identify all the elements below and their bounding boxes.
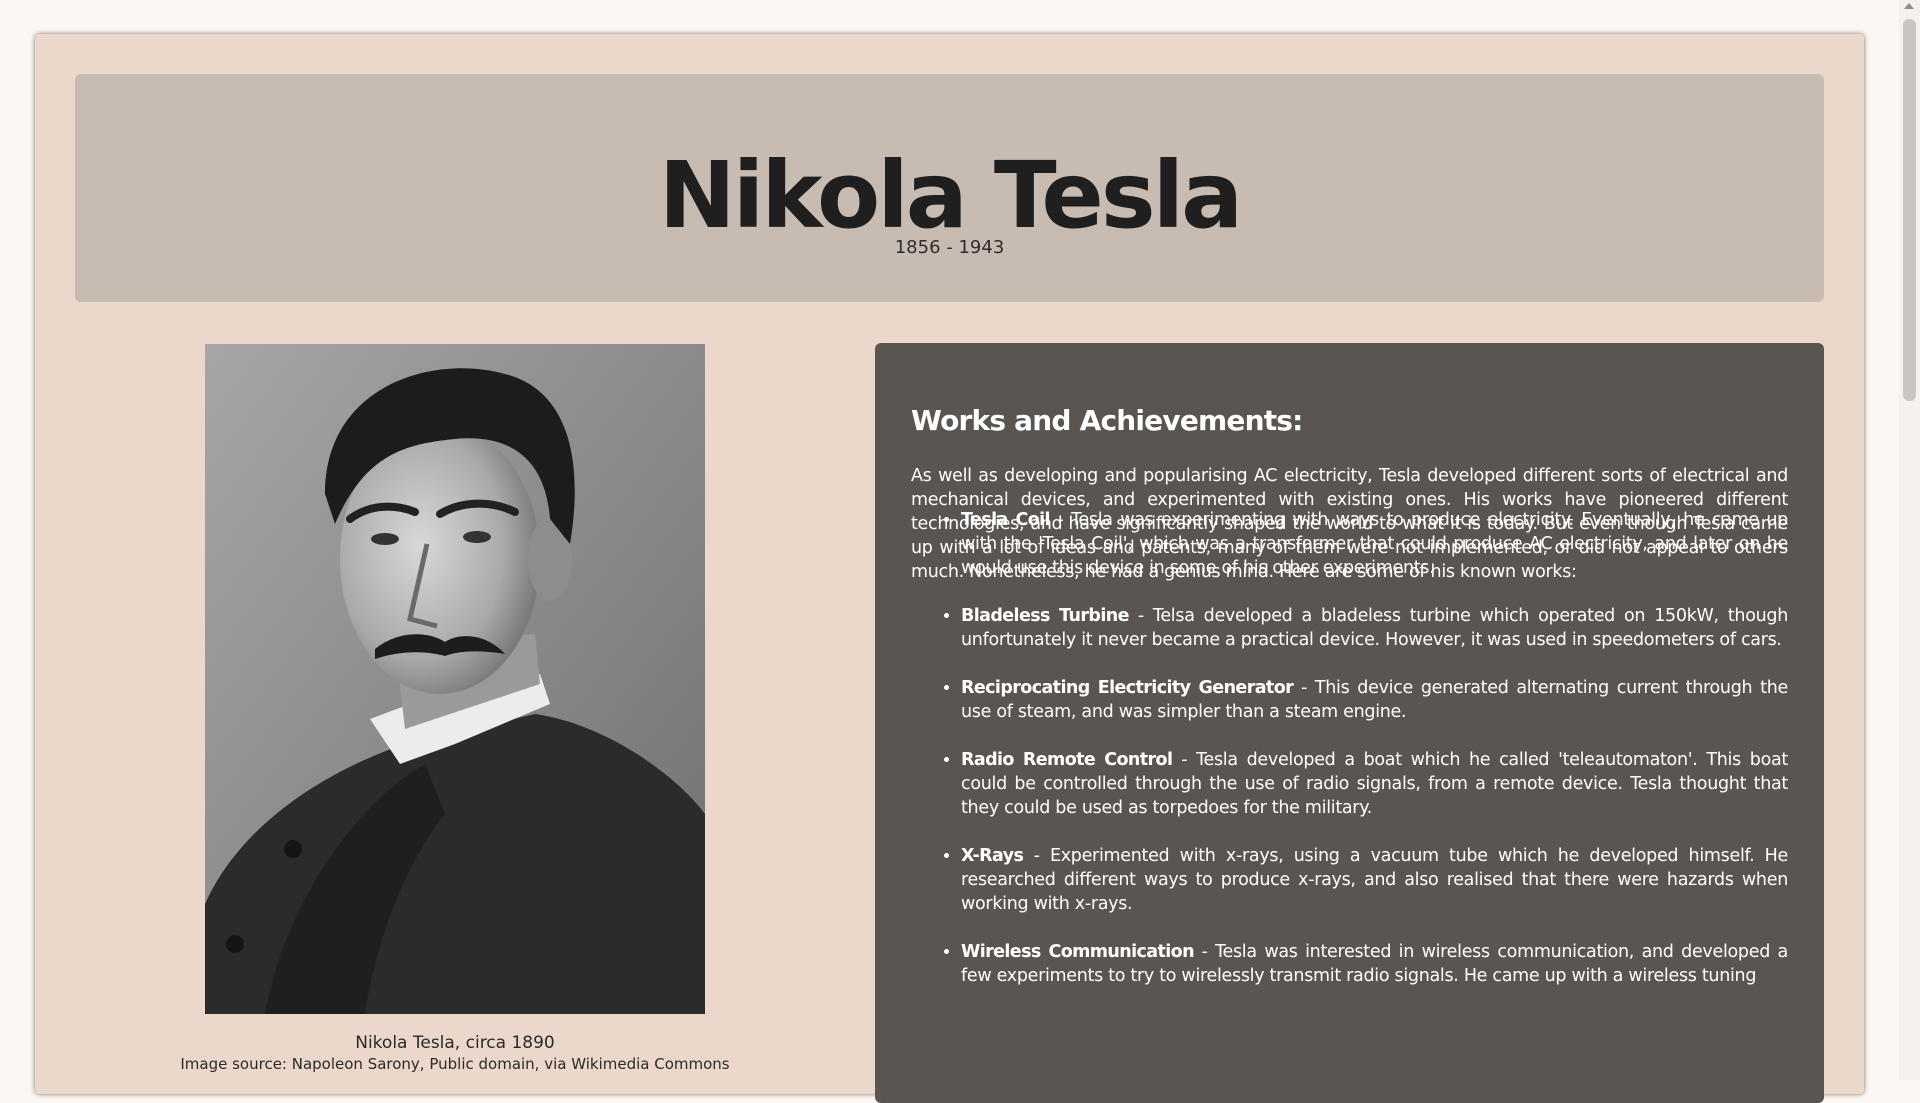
scroll-up-arrow-icon[interactable] <box>1904 3 1914 9</box>
portrait-column: Nikola Tesla, circa 1890 Image source: N… <box>75 325 835 1095</box>
work-item-name: Wireless Communication <box>961 942 1195 962</box>
page-header: Nikola Tesla 1856 - 1943 <box>75 74 1824 302</box>
life-dates: 1856 - 1943 <box>894 237 1005 258</box>
portrait-source: Image source: Napoleon Sarony, Public do… <box>180 1055 730 1073</box>
work-item-wireless: Wireless Communication - Tesla was inter… <box>961 940 1788 988</box>
scroll-thumb[interactable] <box>1903 19 1916 401</box>
work-item-name: Reciprocating Electricity Generator <box>961 678 1294 698</box>
vertical-scrollbar[interactable] <box>1899 0 1920 1080</box>
work-item-name: Bladeless Turbine <box>961 606 1129 626</box>
page-card: Nikola Tesla 1856 - 1943 Nikola Tesla, c… <box>35 34 1864 1103</box>
works-heading: Works and Achievements: <box>911 404 1303 437</box>
portrait-illustration <box>205 344 705 1014</box>
tesla-portrait-image <box>205 344 705 1014</box>
work-item-description: - Tesla was experimenting with ways to p… <box>961 510 1788 578</box>
work-item-x-rays: X-Rays - Experimented with x-rays, using… <box>961 844 1788 916</box>
works-panel: Works and Achievements: As well as devel… <box>875 343 1824 1103</box>
portrait-caption: Nikola Tesla, circa 1890 <box>355 1033 555 1053</box>
work-item-radio-remote: Radio Remote Control - Tesla developed a… <box>961 748 1788 820</box>
work-item-description: - Experimented with x-rays, using a vacu… <box>961 846 1788 914</box>
work-item-generator: Reciprocating Electricity Generator - Th… <box>961 676 1788 724</box>
work-item-name: X-Rays <box>961 846 1024 866</box>
work-item-name: Radio Remote Control <box>961 750 1173 770</box>
work-item-bladeless-turbine: Bladeless Turbine - Telsa developed a bl… <box>961 604 1788 652</box>
work-item-name: Tesla Coil <box>961 510 1051 530</box>
works-list: Tesla Coil - Tesla was experimenting wit… <box>911 508 1788 1012</box>
work-item-tesla-coil: Tesla Coil - Tesla was experimenting wit… <box>961 508 1788 580</box>
